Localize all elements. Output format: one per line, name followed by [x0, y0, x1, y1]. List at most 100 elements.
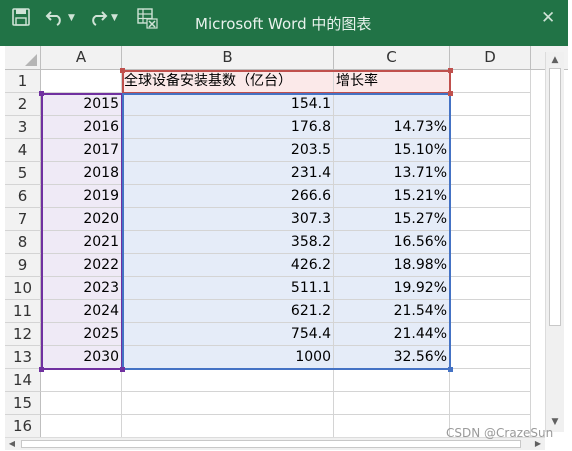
cell-value[interactable]: 426.2: [122, 254, 334, 277]
redo-dropdown-icon[interactable]: ▼: [111, 10, 118, 26]
cell-empty[interactable]: [450, 254, 531, 277]
cell-empty[interactable]: [450, 185, 531, 208]
row-header[interactable]: 13: [5, 346, 41, 369]
cell-value[interactable]: 154.1: [122, 93, 334, 116]
cell-empty[interactable]: [450, 116, 531, 139]
cell-growth[interactable]: 19.92%: [334, 277, 450, 300]
horizontal-scroll-thumb[interactable]: [21, 440, 521, 448]
row-header[interactable]: 10: [5, 277, 41, 300]
cell-year[interactable]: 2020: [41, 208, 122, 231]
scroll-up-icon[interactable]: ▲: [546, 52, 564, 68]
range-handle-icon[interactable]: [120, 367, 125, 372]
cell-year[interactable]: 2025: [41, 323, 122, 346]
cell-value[interactable]: 1000: [122, 346, 334, 369]
row-header[interactable]: 8: [5, 231, 41, 254]
vertical-scrollbar[interactable]: ▲ ▼: [545, 52, 564, 432]
cell-growth[interactable]: 21.54%: [334, 300, 450, 323]
row-header[interactable]: 9: [5, 254, 41, 277]
cell-year[interactable]: 2023: [41, 277, 122, 300]
cell-empty[interactable]: [450, 392, 531, 415]
cell-year[interactable]: 2019: [41, 185, 122, 208]
cell-value[interactable]: 231.4: [122, 162, 334, 185]
cell-d1[interactable]: [450, 70, 531, 93]
row-header[interactable]: 11: [5, 300, 41, 323]
row-header[interactable]: 7: [5, 208, 41, 231]
row-header[interactable]: 5: [5, 162, 41, 185]
cell-growth[interactable]: 15.27%: [334, 208, 450, 231]
cell-growth[interactable]: 13.71%: [334, 162, 450, 185]
cell-empty[interactable]: [450, 139, 531, 162]
cell-year[interactable]: 2024: [41, 300, 122, 323]
row-header[interactable]: 14: [5, 369, 41, 392]
cell-empty[interactable]: [450, 300, 531, 323]
range-handle-icon[interactable]: [39, 91, 44, 96]
cell-growth[interactable]: 15.10%: [334, 139, 450, 162]
cell-year[interactable]: 2021: [41, 231, 122, 254]
cell-b1[interactable]: 全球设备安装基数（亿台）: [122, 70, 334, 93]
cell-empty[interactable]: [450, 208, 531, 231]
cell-year[interactable]: 2030: [41, 346, 122, 369]
cell-empty[interactable]: [334, 415, 450, 438]
cell-growth[interactable]: 16.56%: [334, 231, 450, 254]
cell-empty[interactable]: [450, 346, 531, 369]
cell-growth[interactable]: 14.73%: [334, 116, 450, 139]
cell-empty[interactable]: [450, 162, 531, 185]
undo-dropdown-icon[interactable]: ▼: [68, 10, 75, 26]
cell-year[interactable]: 2016: [41, 116, 122, 139]
close-icon[interactable]: ✕: [541, 8, 555, 28]
scroll-left-icon[interactable]: ◀: [5, 438, 19, 450]
cell-growth[interactable]: 15.21%: [334, 185, 450, 208]
cell-value[interactable]: 307.3: [122, 208, 334, 231]
cell-value[interactable]: 754.4: [122, 323, 334, 346]
row-header[interactable]: 3: [5, 116, 41, 139]
row-header[interactable]: 1: [5, 70, 41, 93]
vertical-scroll-thumb[interactable]: [549, 68, 561, 326]
cell-year[interactable]: 2015: [41, 93, 122, 116]
cell-empty[interactable]: [450, 277, 531, 300]
column-header-a[interactable]: A: [41, 46, 122, 70]
cell-year[interactable]: 2018: [41, 162, 122, 185]
cell-empty[interactable]: [334, 392, 450, 415]
row-header[interactable]: 15: [5, 392, 41, 415]
cell-year[interactable]: 2017: [41, 139, 122, 162]
cell-growth[interactable]: 32.56%: [334, 346, 450, 369]
cell-value[interactable]: 203.5: [122, 139, 334, 162]
cell-empty[interactable]: [450, 323, 531, 346]
cell-a1[interactable]: [41, 70, 122, 93]
cell-growth[interactable]: [334, 93, 450, 116]
range-handle-icon[interactable]: [39, 367, 44, 372]
range-handle-icon[interactable]: [448, 91, 453, 96]
column-header-c[interactable]: C: [334, 46, 450, 70]
cell-value[interactable]: 176.8: [122, 116, 334, 139]
cell-empty[interactable]: [450, 231, 531, 254]
cell-growth[interactable]: 21.44%: [334, 323, 450, 346]
cell-empty[interactable]: [41, 415, 122, 438]
range-handle-icon[interactable]: [448, 68, 453, 73]
cell-c1[interactable]: 增长率: [334, 70, 450, 93]
cell-empty[interactable]: [122, 415, 334, 438]
column-header-d[interactable]: D: [450, 46, 531, 70]
cell-empty[interactable]: [450, 369, 531, 392]
cell-value[interactable]: 358.2: [122, 231, 334, 254]
undo-icon[interactable]: [45, 8, 65, 32]
cell-empty[interactable]: [450, 93, 531, 116]
select-all-corner[interactable]: [5, 46, 41, 70]
cell-value[interactable]: 511.1: [122, 277, 334, 300]
save-icon[interactable]: [12, 8, 30, 32]
range-handle-icon[interactable]: [120, 68, 125, 73]
cell-empty[interactable]: [122, 369, 334, 392]
row-header[interactable]: 6: [5, 185, 41, 208]
spreadsheet-grid[interactable]: A B C D 1 2 3 4 5 6 7 8 9 10 11 12 13 14…: [5, 46, 568, 438]
cell-empty[interactable]: [41, 392, 122, 415]
cell-year[interactable]: 2022: [41, 254, 122, 277]
cell-value[interactable]: 266.6: [122, 185, 334, 208]
range-handle-icon[interactable]: [448, 367, 453, 372]
cell-value[interactable]: 621.2: [122, 300, 334, 323]
edit-data-in-excel-icon[interactable]: [137, 8, 159, 36]
cell-empty[interactable]: [334, 369, 450, 392]
cell-growth[interactable]: 18.98%: [334, 254, 450, 277]
row-header[interactable]: 4: [5, 139, 41, 162]
column-header-b[interactable]: B: [122, 46, 334, 70]
cell-empty[interactable]: [122, 392, 334, 415]
redo-icon[interactable]: [88, 8, 108, 32]
